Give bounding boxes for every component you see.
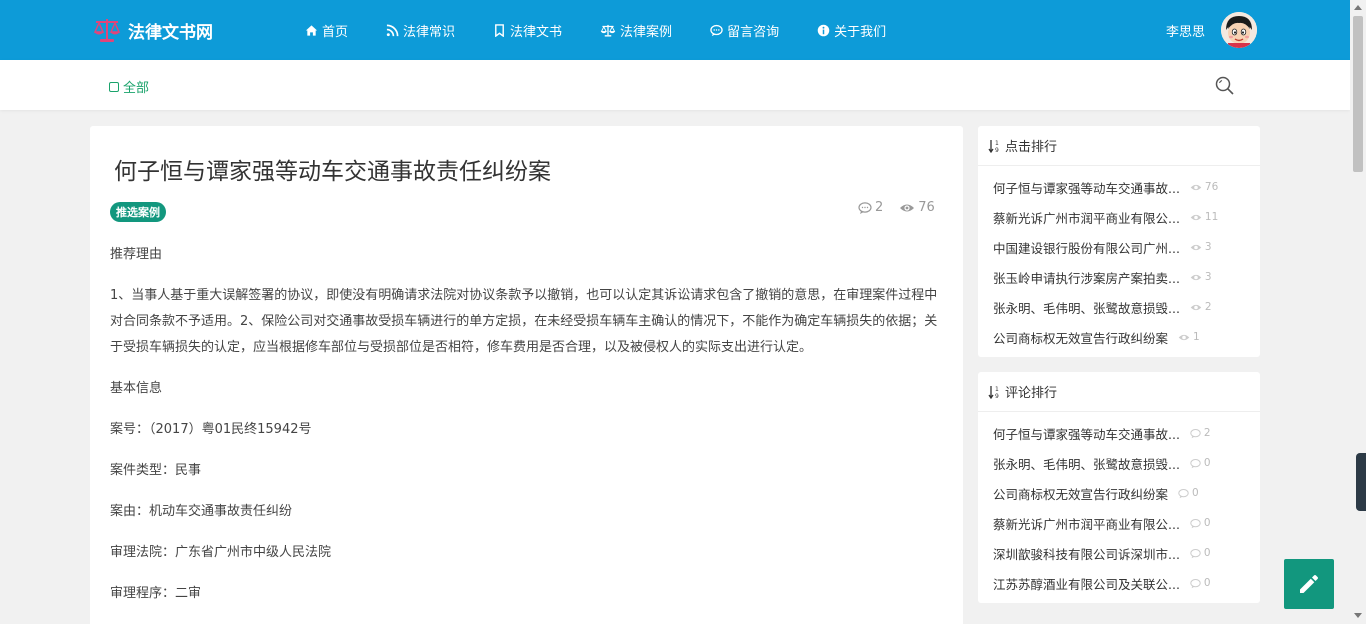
- nav-legal-documents[interactable]: 法律文书: [493, 21, 562, 40]
- article-title: 何子恒与谭家强等动车交通事故责任纠纷案: [114, 159, 551, 185]
- comment-icon: [1190, 578, 1201, 588]
- paragraph-recommend-reason: 1、当事人基于重大误解签署的协议，即使没有明确请求法院对协议条款予以撤销，也可以…: [110, 288, 938, 355]
- svg-text:9: 9: [995, 147, 999, 153]
- case-tag[interactable]: 推选案例: [110, 202, 166, 222]
- list-item[interactable]: 张玉岭申请执行涉案房产案拍卖... 3: [993, 262, 1260, 292]
- edit-button[interactable]: [1284, 559, 1334, 609]
- svg-text:9: 9: [995, 393, 999, 399]
- user-menu[interactable]: 李思思: [1166, 12, 1258, 48]
- paragraph-recommend-heading: 推荐理由: [110, 247, 163, 262]
- list-item[interactable]: 中国建设银行股份有限公司广州... 3: [993, 232, 1260, 262]
- paragraph-case-cause: 案由：机动车交通事故责任纠纷: [110, 504, 293, 519]
- eye-icon: [1178, 334, 1190, 340]
- eye-icon: [1190, 274, 1202, 280]
- comment-rank-panel: 19 评论排行 何子恒与谭家强等动车交通事故... 2 张永明、毛伟明、张鹭故意损…: [978, 372, 1260, 603]
- nav-about[interactable]: 关于我们: [817, 21, 886, 40]
- category-all[interactable]: 全部: [109, 77, 149, 96]
- eye-icon: [900, 204, 915, 211]
- list-item[interactable]: 何子恒与谭家强等动车交通事故... 2: [993, 418, 1260, 448]
- svg-text:1: 1: [995, 140, 999, 147]
- comment-icon: [1190, 428, 1201, 438]
- article-card: 何子恒与谭家强等动车交通事故责任纠纷案 推选案例 2 76 推荐理由 1、当事人…: [90, 126, 963, 624]
- paragraph-case-type: 案件类型：民事: [110, 463, 202, 478]
- comment-icon: [1190, 548, 1201, 558]
- comment-icon: [1178, 488, 1189, 498]
- article-meta: 2 76: [858, 200, 951, 215]
- list-item[interactable]: 蔡新光诉广州市润平商业有限公... 11: [993, 202, 1260, 232]
- comment-rank-list: 何子恒与谭家强等动车交通事故... 2 张永明、毛伟明、张鹭故意损毁... 0 公司…: [978, 412, 1260, 598]
- list-item[interactable]: 蔡新光诉广州市润平商业有限公... 0: [993, 508, 1260, 538]
- bookmark-icon: [495, 23, 504, 37]
- comment-count[interactable]: 2: [858, 200, 883, 215]
- scroll-up-arrow-icon[interactable]: [1354, 5, 1362, 10]
- list-item[interactable]: 张永明、毛伟明、张鹭故意损毁... 0: [993, 448, 1260, 478]
- side-widget-handle[interactable]: [1356, 453, 1366, 511]
- comment-icon: [1190, 458, 1201, 468]
- panel-header: 19 点击排行: [978, 126, 1260, 166]
- list-item[interactable]: 江苏苏醇酒业有限公司及关联公... 0: [993, 568, 1260, 598]
- paragraph-basic-info-heading: 基本信息: [110, 381, 163, 396]
- avatar-icon: [1221, 12, 1258, 48]
- search-icon[interactable]: [1214, 75, 1236, 97]
- eye-icon: [1190, 304, 1202, 310]
- page-scrollbar[interactable]: [1350, 0, 1366, 624]
- panel-header: 19 评论排行: [978, 372, 1260, 412]
- home-icon: [305, 24, 318, 36]
- list-item[interactable]: 张永明、毛伟明、张鹭故意损毁... 2: [993, 292, 1260, 322]
- avatar[interactable]: [1221, 12, 1258, 48]
- list-item[interactable]: 何子恒与谭家强等动车交通事故... 76: [993, 172, 1260, 202]
- scale-icon: [600, 24, 616, 37]
- nav-consultation[interactable]: 留言咨询: [710, 21, 779, 40]
- list-item[interactable]: 公司商标权无效宣告行政纠纷案 1: [993, 322, 1260, 352]
- sort-numeric-icon: 19: [988, 139, 999, 153]
- eye-icon: [1190, 184, 1202, 190]
- comment-icon: [1190, 518, 1201, 528]
- scroll-thumb[interactable]: [1353, 16, 1363, 172]
- main-nav: 首页 法律常识 法律文书 法律案例 留言咨询 关于我们: [305, 0, 924, 60]
- comment-icon: [710, 24, 723, 36]
- paragraph-case-number: 案号：（2017）粤01民终15942号: [110, 422, 312, 437]
- view-count: 76: [899, 200, 935, 215]
- list-item[interactable]: 深圳歆骏科技有限公司诉深圳市... 0: [993, 538, 1260, 568]
- brand[interactable]: 法律文书网: [92, 14, 213, 46]
- user-name: 李思思: [1166, 24, 1206, 40]
- click-rank-panel: 19 点击排行 何子恒与谭家强等动车交通事故... 76 蔡新光诉广州市润平商业有…: [978, 126, 1260, 357]
- comment-icon: [858, 201, 872, 214]
- svg-text:1: 1: [995, 386, 999, 393]
- paragraph-court: 审理法院：广东省广州市中级人民法院: [110, 545, 332, 560]
- sort-numeric-icon: 19: [988, 385, 999, 399]
- scroll-down-arrow-icon[interactable]: [1354, 613, 1362, 618]
- list-item[interactable]: 公司商标权无效宣告行政纠纷案 0: [993, 478, 1260, 508]
- rss-icon: [386, 24, 399, 36]
- brand-name: 法律文书网: [128, 22, 213, 43]
- square-icon: [109, 81, 119, 92]
- eye-icon: [1190, 244, 1202, 250]
- nav-legal-knowledge[interactable]: 法律常识: [386, 21, 455, 40]
- nav-home[interactable]: 首页: [305, 21, 348, 40]
- info-icon: [817, 24, 830, 36]
- click-rank-list: 何子恒与谭家强等动车交通事故... 76 蔡新光诉广州市润平商业有限公... 11 …: [978, 166, 1260, 352]
- category-bar: 全部: [0, 60, 1350, 110]
- top-navbar: 法律文书网 首页 法律常识 法律文书 法律案例 留言咨询 关于我们 李思思: [0, 0, 1350, 60]
- paragraph-procedure: 审理程序：二审: [110, 586, 202, 601]
- eye-icon: [1190, 214, 1202, 220]
- pencil-icon: [1300, 575, 1318, 593]
- scale-logo-icon: [93, 19, 121, 42]
- article-body: 推荐理由 1、当事人基于重大误解签署的协议，即使没有明确请求法院对协议条款予以撤…: [110, 242, 940, 622]
- nav-legal-cases[interactable]: 法律案例: [600, 21, 672, 40]
